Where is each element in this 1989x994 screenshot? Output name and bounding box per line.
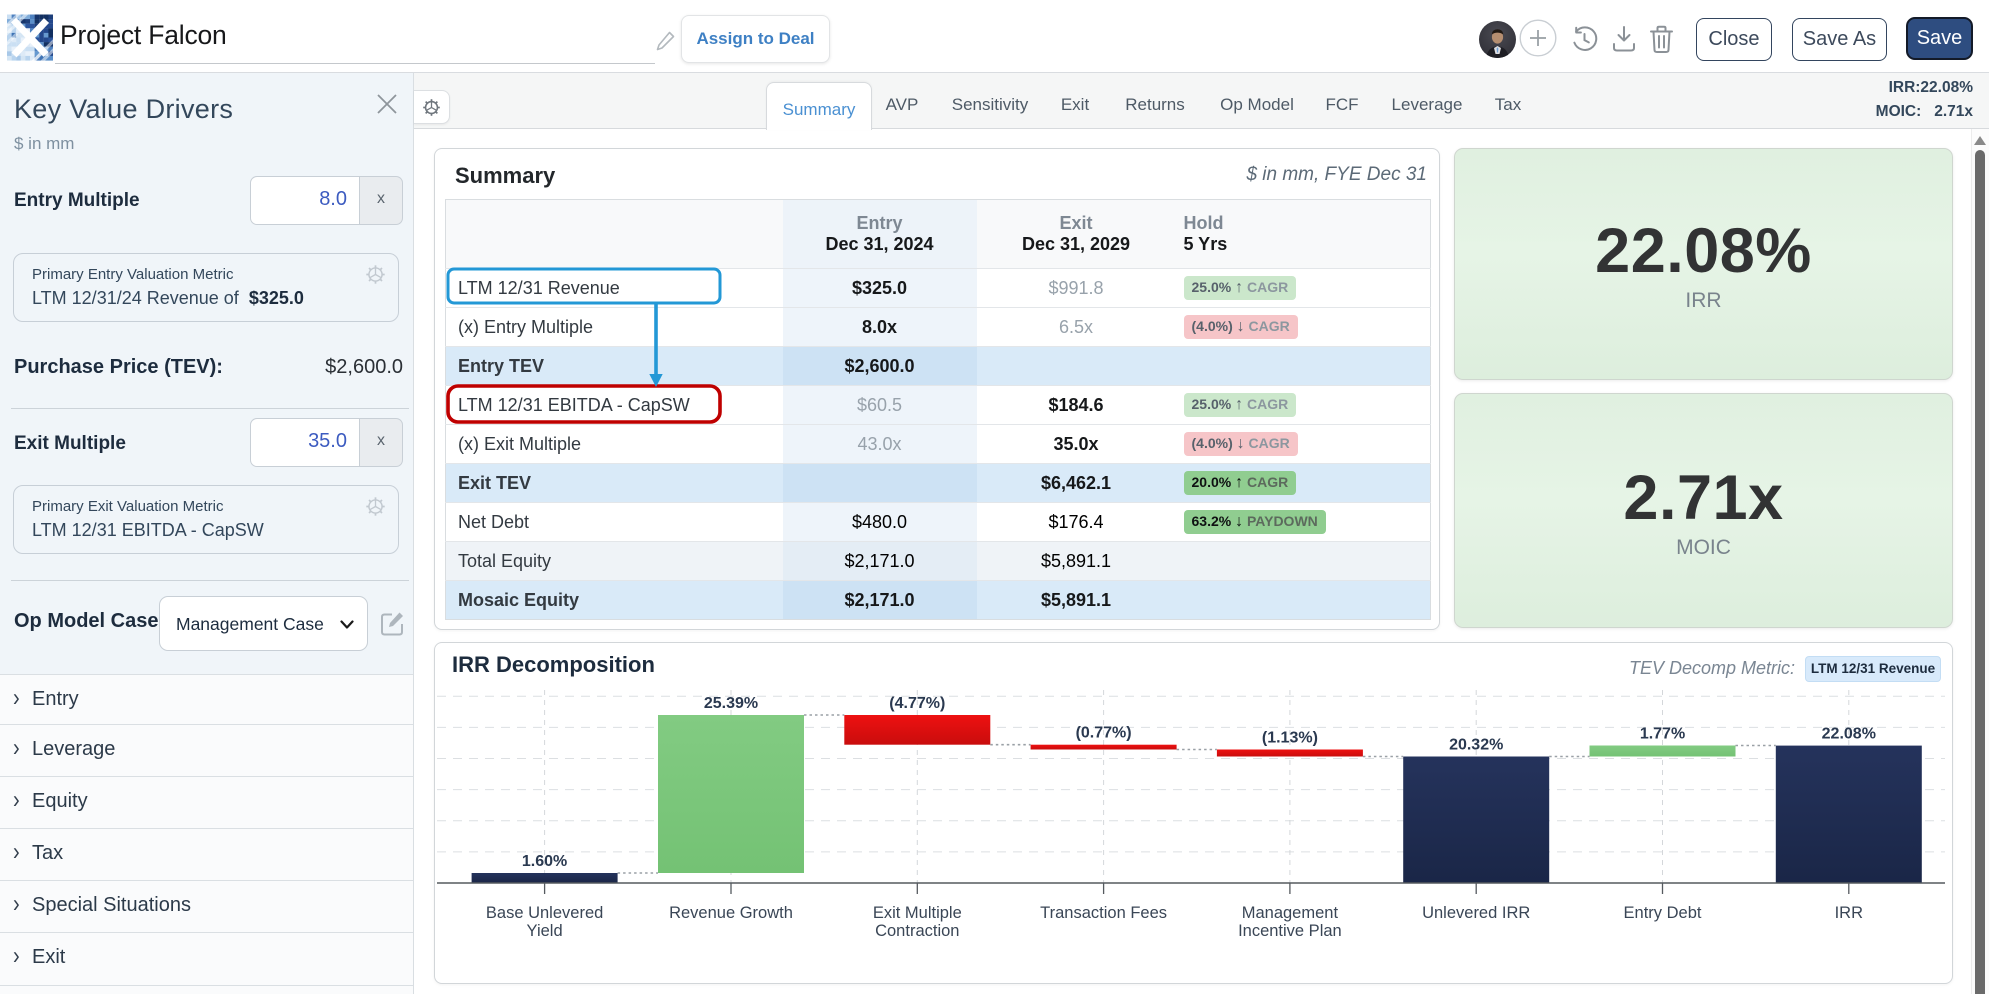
svg-text:1.60%: 1.60% [522, 853, 567, 870]
svg-text:Incentive Plan: Incentive Plan [1238, 922, 1342, 940]
svg-text:Transaction Fees: Transaction Fees [1040, 904, 1167, 922]
svg-text:Management: Management [1242, 904, 1339, 922]
svg-text:Entry Debt: Entry Debt [1624, 904, 1702, 922]
svg-text:(4.77%): (4.77%) [889, 695, 945, 712]
svg-text:22.08%: 22.08% [1822, 726, 1876, 743]
svg-text:(0.77%): (0.77%) [1076, 725, 1132, 742]
svg-text:Exit Multiple: Exit Multiple [873, 904, 962, 922]
svg-text:IRR: IRR [1835, 904, 1864, 922]
svg-text:Yield: Yield [527, 922, 563, 940]
svg-text:Contraction: Contraction [875, 922, 959, 940]
svg-text:1.77%: 1.77% [1640, 726, 1685, 743]
svg-text:Base Unlevered: Base Unlevered [486, 904, 603, 922]
svg-text:(1.13%): (1.13%) [1262, 730, 1318, 747]
svg-text:25.39%: 25.39% [704, 695, 758, 712]
svg-text:Revenue Growth: Revenue Growth [669, 904, 793, 922]
svg-text:20.32%: 20.32% [1449, 737, 1503, 754]
svg-text:Unlevered IRR: Unlevered IRR [1422, 904, 1530, 922]
